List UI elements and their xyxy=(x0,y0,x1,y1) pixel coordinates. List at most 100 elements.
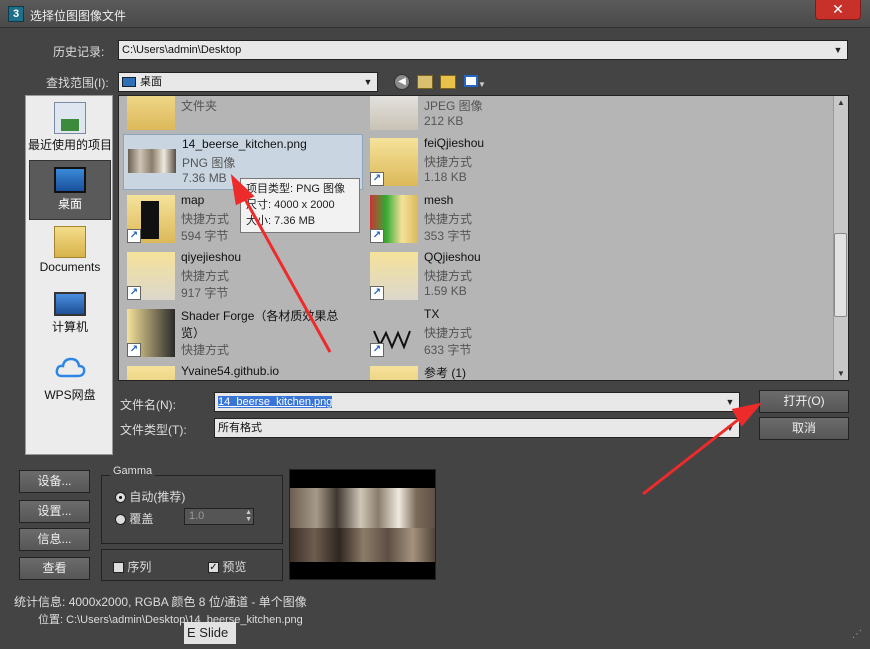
place-recent[interactable]: 最近使用的项目 xyxy=(26,98,114,158)
file-item-yvaine[interactable]: Yvaine54.github.io xyxy=(123,362,363,380)
title-bar: 3 选择位图图像文件 ✕ xyxy=(0,0,870,28)
place-documents[interactable]: Documents xyxy=(26,222,114,282)
desktop-icon xyxy=(54,167,86,193)
filetype-value: 所有格式 xyxy=(218,422,262,434)
file-type: 快捷方式 xyxy=(424,212,473,226)
resize-grip-icon[interactable]: ⋰ xyxy=(852,629,866,643)
location-label: 位置: xyxy=(38,614,64,626)
checkbox-checked-icon[interactable]: ✓ xyxy=(208,562,219,574)
filename-input[interactable]: 14_beerse_kitchen.png ▼ xyxy=(214,392,740,412)
file-name: feiQjieshou xyxy=(424,136,485,150)
image-thumbnail-icon xyxy=(370,96,418,130)
gamma-auto-radio[interactable]: 自动(推荐) xyxy=(115,488,185,505)
setup-button[interactable]: 设置... xyxy=(19,500,90,523)
file-size: 633 字节 xyxy=(424,343,472,357)
up-folder-icon[interactable] xyxy=(417,75,433,89)
place-label: Documents xyxy=(39,260,101,274)
place-wps-cloud[interactable]: WPS网盘 xyxy=(26,348,114,408)
stats-row: 统计信息: 4000x2000, RGBA 颜色 8 位/通道 - 单个图像 xyxy=(14,593,307,610)
folder-shortcut-icon: ↗ xyxy=(127,252,175,300)
filename-value: 14_beerse_kitchen.png xyxy=(218,396,333,408)
place-computer[interactable]: 计算机 xyxy=(26,286,114,346)
tooltip-size: 大小: 7.36 MB xyxy=(246,215,316,227)
tx-icon: ↗ xyxy=(370,309,418,357)
location-row: 位置: C:\Users\admin\Desktop\14_beerse_kit… xyxy=(38,611,303,627)
file-name: mesh xyxy=(424,193,454,207)
preview-checkbox[interactable]: ✓ 预览 xyxy=(208,558,246,575)
sequence-checkbox[interactable]: 序列 xyxy=(113,558,151,575)
chevron-down-icon[interactable]: ▼ xyxy=(723,421,737,435)
file-item-mesh[interactable]: ↗ mesh 快捷方式 353 字节 xyxy=(366,191,606,247)
history-combo[interactable]: C:\Users\admin\Desktop ▼ xyxy=(118,40,848,60)
place-label: 最近使用的项目 xyxy=(27,138,112,152)
file-item-qiyejieshou[interactable]: ↗ qiyejieshou 快捷方式 917 字节 xyxy=(123,248,363,304)
new-folder-icon[interactable] xyxy=(440,75,456,89)
lookin-value: 桌面 xyxy=(140,76,162,88)
filetype-label: 文件类型(T): xyxy=(120,423,187,437)
chevron-down-icon[interactable]: ▼ xyxy=(723,395,737,409)
preview-panorama-floor xyxy=(290,528,435,562)
gamma-override-spinner[interactable]: 1.0 ▲ ▼ xyxy=(184,508,254,525)
file-name: QQjieshou xyxy=(424,250,481,264)
place-desktop[interactable]: 桌面 xyxy=(29,160,111,220)
file-name: Shader Forge（各材质效果总 xyxy=(181,309,339,323)
cancel-button[interactable]: 取消 xyxy=(759,417,849,440)
preview-label: 预览 xyxy=(222,560,247,574)
chevron-down-icon[interactable]: ▼ xyxy=(831,43,845,57)
scrollbar-thumb[interactable] xyxy=(834,233,847,317)
stats-label: 统计信息: xyxy=(14,595,66,609)
folder-icon xyxy=(127,96,175,130)
open-button[interactable]: 打开(O) xyxy=(759,390,849,413)
file-item-qqjieshou[interactable]: ↗ QQjieshou 快捷方式 1.59 KB xyxy=(366,248,606,304)
folder-icon xyxy=(127,366,175,380)
info-button[interactable]: 信息... xyxy=(19,528,90,551)
file-size: 353 字节 xyxy=(424,229,472,243)
radio-selected-icon[interactable] xyxy=(115,492,126,504)
app-icon: 3 xyxy=(8,6,24,22)
file-item-feiqjieshou[interactable]: ↗ feiQjieshou 快捷方式 1.18 KB xyxy=(366,134,606,190)
file-size: 212 KB xyxy=(424,114,464,128)
computer-icon xyxy=(54,292,86,316)
file-list[interactable]: 文件夹 JPEG 图像 212 KB 14_beerse_kitchen.png… xyxy=(118,95,849,381)
scroll-up-icon[interactable]: ▲ xyxy=(837,98,845,107)
checkbox-icon[interactable] xyxy=(113,562,124,574)
file-item-folder[interactable]: 文件夹 xyxy=(123,96,363,134)
file-name: Yvaine54.github.io xyxy=(181,364,280,378)
documents-icon xyxy=(54,226,86,258)
gamma-override-radio[interactable]: 覆盖 xyxy=(115,510,153,527)
file-name: 参考 (1) xyxy=(424,366,467,380)
file-type: 快捷方式 xyxy=(181,343,230,357)
close-button[interactable]: ✕ xyxy=(815,0,861,20)
view-menu-icon[interactable]: ▼ xyxy=(464,75,486,89)
file-name: qiyejieshou xyxy=(181,250,242,264)
radio-icon[interactable] xyxy=(115,514,126,526)
overlay-slide-label: E Slide xyxy=(184,622,236,644)
file-size: 917 字节 xyxy=(181,286,229,300)
file-type: 快捷方式 xyxy=(424,269,473,283)
scroll-down-icon[interactable]: ▼ xyxy=(837,369,845,378)
chevron-down-icon[interactable]: ▼ xyxy=(361,75,375,89)
folder-icon xyxy=(370,366,418,380)
stats-value: 4000x2000, RGBA 颜色 8 位/通道 - 单个图像 xyxy=(68,595,307,609)
file-item-cankao[interactable]: 参考 (1) xyxy=(366,362,606,380)
filetype-select[interactable]: 所有格式 ▼ xyxy=(214,418,740,438)
view-button[interactable]: 查看 xyxy=(19,557,90,580)
sequence-label: 序列 xyxy=(127,560,152,574)
filename-label: 文件名(N): xyxy=(120,398,176,412)
file-size: 7.36 MB xyxy=(182,171,227,185)
devices-button[interactable]: 设备... xyxy=(19,470,90,493)
lookin-combo[interactable]: 桌面 ▼ xyxy=(118,72,378,92)
file-item-tx[interactable]: ↗ TX 快捷方式 633 字节 xyxy=(366,305,606,361)
cloud-icon xyxy=(55,357,86,378)
gamma-override-value: 1.0 xyxy=(189,510,205,522)
back-icon[interactable]: ◀ xyxy=(394,74,410,90)
file-type: 快捷方式 xyxy=(181,212,230,226)
file-type: PNG 图像 xyxy=(182,156,236,170)
recent-icon xyxy=(54,102,86,134)
file-item-jpeg[interactable]: JPEG 图像 212 KB xyxy=(366,96,606,134)
spinner-arrows-icon[interactable]: ▲ ▼ xyxy=(245,509,252,523)
tooltip-dimensions: 尺寸: 4000 x 2000 xyxy=(246,199,335,211)
gamma-override-label: 覆盖 xyxy=(129,512,154,526)
history-label: 历史记录: xyxy=(53,45,105,59)
file-item-shader-forge[interactable]: ↗ Shader Forge（各材质效果总 览） 快捷方式 xyxy=(123,305,363,361)
